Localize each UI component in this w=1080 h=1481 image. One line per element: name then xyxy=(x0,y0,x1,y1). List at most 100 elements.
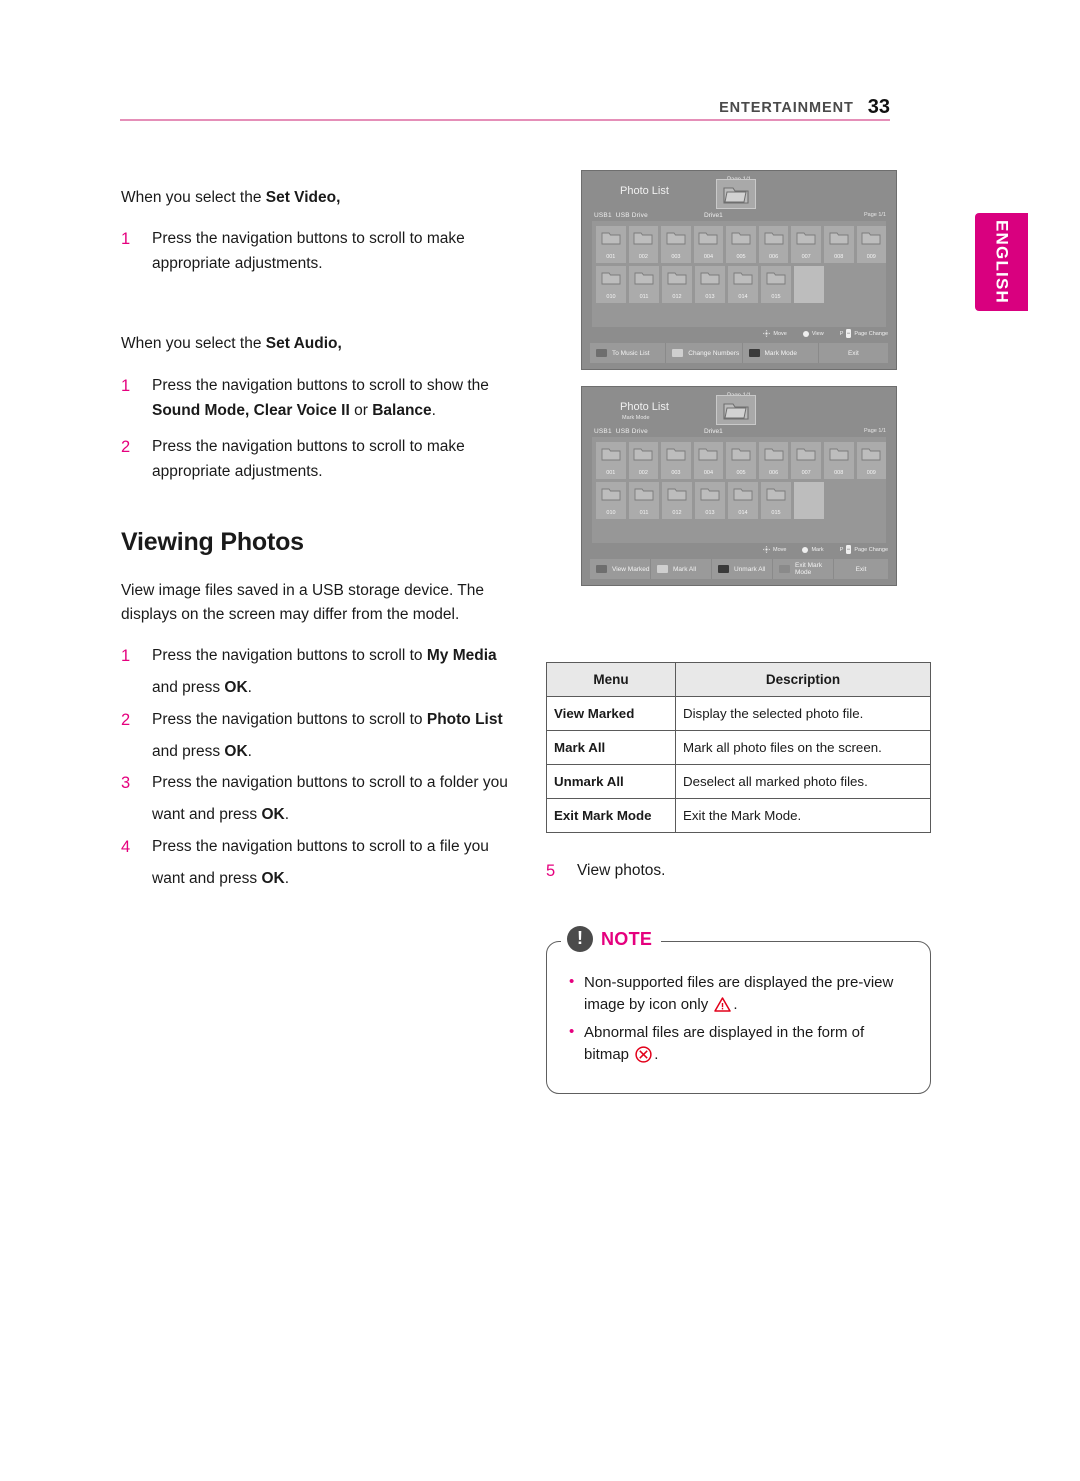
page-icon xyxy=(846,545,852,554)
action-button-bar: To Music List Change Numbers Mark Mode E… xyxy=(590,343,888,363)
list-item: 1 Press the navigation buttons to scroll… xyxy=(121,226,521,276)
page-indicator-right: Page 1/1 xyxy=(863,212,886,218)
folder-cell[interactable]: 012 xyxy=(662,482,692,519)
folder-cell[interactable]: 004 xyxy=(693,442,724,479)
folder-cell[interactable]: 004 xyxy=(693,226,724,263)
page-icon xyxy=(846,329,852,338)
folder-cell[interactable]: 013 xyxy=(695,482,725,519)
set-video-steps: 1 Press the navigation buttons to scroll… xyxy=(121,226,521,276)
manual-page: ENTERTAINMENT 33 ENGLISH When you select… xyxy=(0,0,1080,1481)
folder-cell[interactable]: 013 xyxy=(695,266,725,303)
step-five: 5 View photos. xyxy=(546,859,931,882)
left-column: When you select the Set Video, 1 Press t… xyxy=(121,170,521,894)
folder-cell[interactable]: 007 xyxy=(791,226,821,263)
folder-cell[interactable]: 010 xyxy=(596,482,626,519)
page-indicator-right: Page 1/1 xyxy=(863,428,886,434)
cell-menu: Exit Mark Mode xyxy=(546,798,676,833)
folder-cell[interactable]: 005 xyxy=(726,226,756,263)
screen-title: Photo List xyxy=(620,401,669,413)
page-number: 33 xyxy=(867,96,890,118)
folder-cell[interactable]: 011 xyxy=(629,266,659,303)
exit-button[interactable]: Exit xyxy=(818,343,888,363)
right-column: Page 1/1 Photo List USB1 USB Drive Drive… xyxy=(546,170,931,1094)
table-row: Mark All Mark all photo files on the scr… xyxy=(546,730,931,765)
hint-page-change: P Page Change xyxy=(839,545,888,554)
cell-description: Exit the Mark Mode. xyxy=(675,798,931,833)
folder-cell[interactable]: 009 xyxy=(856,226,887,263)
menu-description-table: Menu Description View Marked Display the… xyxy=(546,662,931,833)
note-label: NOTE xyxy=(601,928,653,949)
exit-button[interactable]: Exit xyxy=(834,559,888,579)
list-item: 2 Press the navigation buttons to scroll … xyxy=(121,434,521,484)
cell-description: Mark all photo files on the screen. xyxy=(675,730,931,765)
language-tab: ENGLISH xyxy=(975,213,1028,311)
folder-cell[interactable]: 008 xyxy=(823,226,854,263)
folder-cell[interactable]: 015 xyxy=(761,266,791,303)
current-folder-icon xyxy=(716,179,756,209)
folder-cell[interactable]: 001 xyxy=(596,226,626,263)
exit-mark-mode-button[interactable]: Exit Mark Mode xyxy=(773,559,834,579)
table-row: Unmark All Deselect all marked photo fil… xyxy=(546,764,931,799)
folder-cell[interactable]: 010 xyxy=(596,266,626,303)
column-header-description: Description xyxy=(675,662,931,697)
ok-icon xyxy=(802,546,809,553)
usb-source-label: USB1 USB Drive xyxy=(594,428,648,435)
folder-cell-empty[interactable] xyxy=(794,266,824,303)
hint-page-change: P Page Change xyxy=(839,329,888,338)
folder-cell[interactable]: 014 xyxy=(728,266,758,303)
view-marked-button[interactable]: View Marked xyxy=(590,559,651,579)
set-audio-bold: Set Audio, xyxy=(265,335,342,353)
to-music-list-button[interactable]: To Music List xyxy=(590,343,667,363)
step-text: Press the navigation buttons to scroll t… xyxy=(152,229,465,272)
folder-cell[interactable]: 015 xyxy=(761,482,791,519)
mark-all-button[interactable]: Mark All xyxy=(651,559,712,579)
folder-cell-empty[interactable] xyxy=(794,482,824,519)
list-item: 1 Press the navigation buttons to scroll … xyxy=(121,640,521,704)
folder-cell[interactable]: 011 xyxy=(629,482,659,519)
change-numbers-button[interactable]: Change Numbers xyxy=(666,343,743,363)
folder-grid: 001 002 003 004 005 006 007 008 009 010 … xyxy=(592,221,887,327)
cell-description: Deselect all marked photo files. xyxy=(675,764,931,799)
step-number: 2 xyxy=(121,710,131,729)
table-row: Exit Mark Mode Exit the Mark Mode. xyxy=(546,798,931,833)
folder-row: 010 011 012 013 014 015 xyxy=(596,482,886,519)
folder-cell[interactable]: 003 xyxy=(661,226,691,263)
folder-cell[interactable]: 003 xyxy=(661,442,691,479)
viewing-photos-intro: View image files saved in a USB storage … xyxy=(121,582,485,623)
folder-cell[interactable]: 014 xyxy=(728,482,758,519)
cell-menu: Mark All xyxy=(546,730,676,765)
folder-cell[interactable]: 002 xyxy=(628,226,659,263)
folder-row: 001 002 003 004 005 006 007 008 009 xyxy=(596,226,887,263)
step-number: 4 xyxy=(121,837,131,856)
folder-cell[interactable]: 007 xyxy=(791,442,821,479)
folder-cell[interactable]: 001 xyxy=(596,442,626,479)
dpad-icon xyxy=(763,330,771,337)
folder-cell[interactable]: 002 xyxy=(628,442,659,479)
folder-cell[interactable]: 006 xyxy=(758,442,789,479)
folder-cell[interactable]: 012 xyxy=(662,266,692,303)
folder-row: 010 011 012 013 014 015 xyxy=(596,266,886,303)
warning-triangle-icon xyxy=(714,997,732,1019)
note-list: Non-supported files are displayed the pr… xyxy=(567,971,912,1070)
folder-grid: 001 002 003 004 005 006 007 008 009 010 … xyxy=(592,437,887,543)
folder-cell[interactable]: 005 xyxy=(726,442,756,479)
step-number: 3 xyxy=(121,774,131,793)
folder-cell[interactable]: 006 xyxy=(758,226,789,263)
photo-list-screenshot-normal: Page 1/1 Photo List USB1 USB Drive Drive… xyxy=(581,170,897,370)
table-row: View Marked Display the selected photo f… xyxy=(546,696,931,731)
drive-label: Drive1 xyxy=(704,212,723,219)
circle-x-icon xyxy=(635,1046,652,1070)
table-header-row: Menu Description xyxy=(546,662,931,697)
hint-view: View xyxy=(802,330,824,337)
hint-bar: Move View P Page Change xyxy=(763,329,888,338)
header-rule xyxy=(120,119,890,121)
mark-mode-button[interactable]: Mark Mode xyxy=(742,343,819,363)
page-header: ENTERTAINMENT 33 xyxy=(120,90,890,124)
list-item: 2 Press the navigation buttons to scroll … xyxy=(121,704,521,768)
folder-cell[interactable]: 009 xyxy=(856,442,887,479)
folder-cell[interactable]: 008 xyxy=(823,442,854,479)
screen-subtitle: Mark Mode xyxy=(622,415,650,421)
exclamation-icon: ! xyxy=(567,926,593,953)
unmark-all-button[interactable]: Unmark All xyxy=(712,559,773,579)
